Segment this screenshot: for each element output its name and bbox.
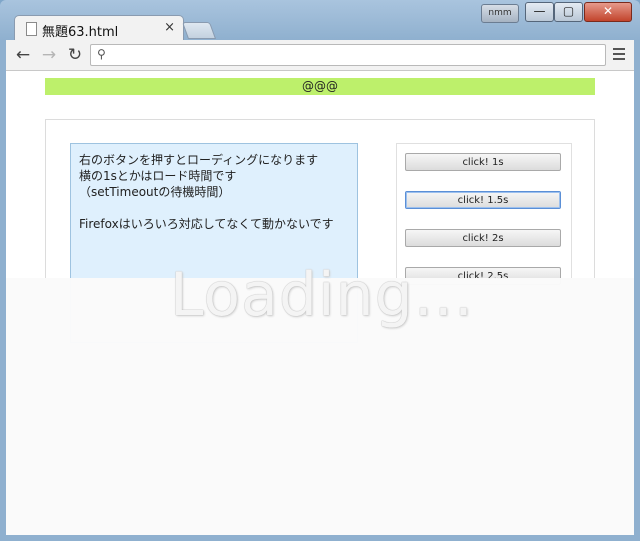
back-button[interactable]: ←: [12, 44, 34, 66]
info-line: 横の1sとかはロード時間です: [79, 169, 237, 183]
info-line: [79, 200, 349, 216]
page-viewport: @@@ 右のボタンを押すとローディングになります 横の1sとかはロード時間です …: [6, 71, 634, 535]
maximize-button[interactable]: ▢: [554, 2, 583, 22]
close-window-button[interactable]: ✕: [584, 2, 632, 22]
tab-title: 無題63.html: [42, 25, 119, 40]
loading-text: Loading...: [170, 260, 474, 330]
info-line: （setTimeoutの待機時間）: [79, 185, 231, 199]
hamburger-menu-icon[interactable]: [612, 45, 626, 65]
click-2s-button[interactable]: click! 2s: [405, 229, 561, 247]
info-line: 右のボタンを押すとローディングになります: [79, 153, 319, 167]
click-1s-button[interactable]: click! 1s: [405, 153, 561, 171]
page-header-bar: @@@: [45, 78, 595, 95]
title-bar: 無題63.html × nmm — ▢ ✕: [0, 0, 640, 42]
loading-overlay: Loading...: [6, 260, 634, 535]
browser-window: 無題63.html × nmm — ▢ ✕ ← → ↻ ⚲ @@@ 右のボタンを…: [0, 0, 640, 541]
browser-toolbar: ← → ↻ ⚲: [6, 40, 634, 71]
tab-close-icon[interactable]: ×: [164, 20, 175, 35]
forward-button[interactable]: →: [38, 44, 60, 66]
browser-tab[interactable]: 無題63.html ×: [14, 15, 184, 42]
minimize-button[interactable]: —: [525, 2, 554, 22]
address-input[interactable]: [113, 46, 593, 63]
info-line: Firefoxはいろいろ対応してなくて動かないです: [79, 217, 334, 231]
file-icon: [26, 22, 37, 36]
search-icon: ⚲: [97, 47, 106, 61]
address-bar[interactable]: ⚲: [90, 44, 606, 66]
user-profile-badge[interactable]: nmm: [481, 4, 519, 23]
reload-button[interactable]: ↻: [64, 44, 86, 66]
click-1-5s-button[interactable]: click! 1.5s: [405, 191, 561, 209]
new-tab-button[interactable]: [181, 22, 217, 39]
